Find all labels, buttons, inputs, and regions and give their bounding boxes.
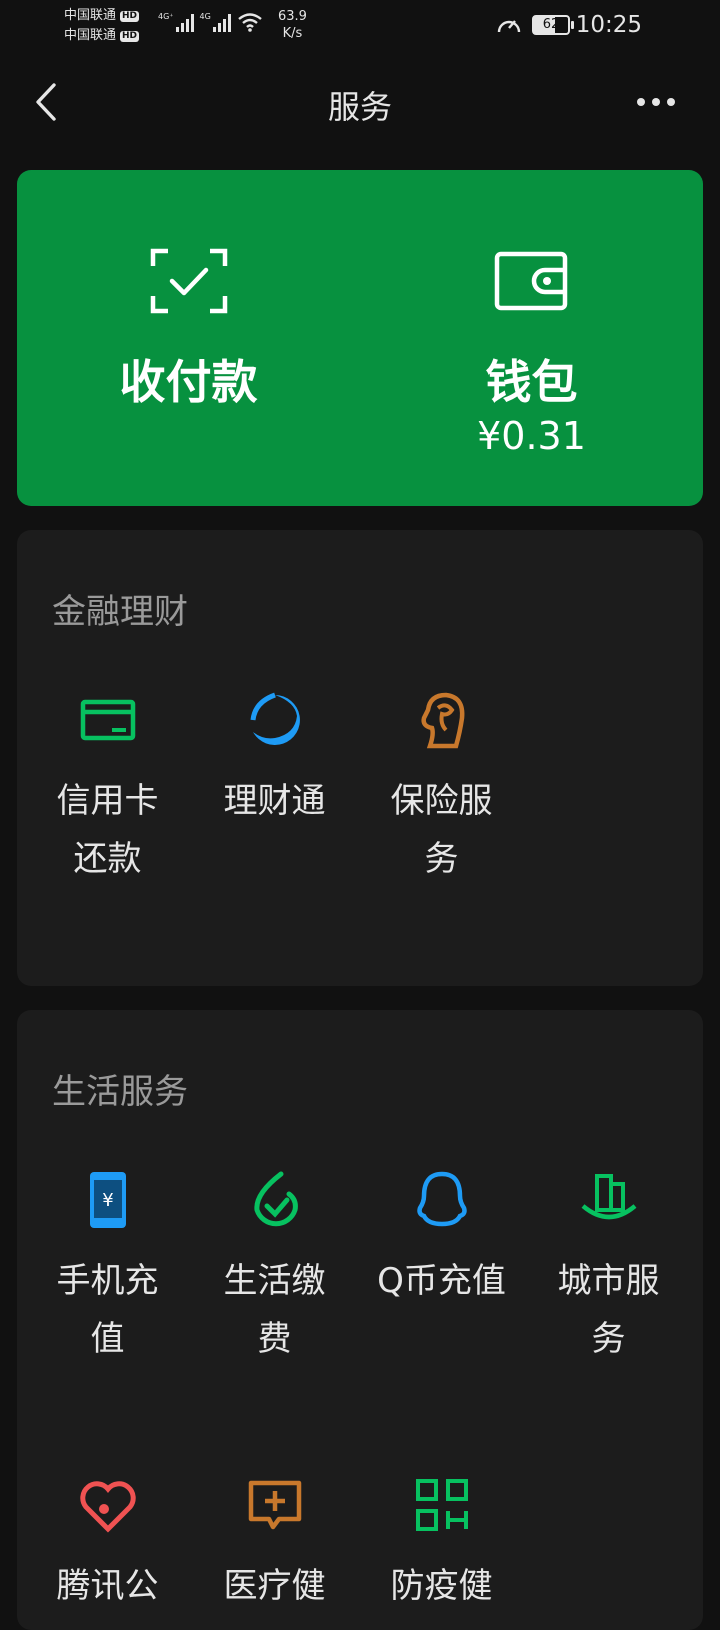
qq-coin-topup-tile[interactable]: Q币充值: [358, 1170, 525, 1310]
more-options-button[interactable]: [628, 78, 684, 126]
wealth-tile[interactable]: 理财通: [191, 690, 358, 830]
wallet-icon: [494, 251, 567, 311]
charity-icon: [79, 1481, 136, 1533]
wallet-button[interactable]: 钱包 ¥0.31: [360, 170, 703, 506]
medical-health-tile[interactable]: 医疗健: [191, 1475, 358, 1615]
tile-label: 手机充值: [56, 1261, 159, 1359]
tile-label: Q币充值: [377, 1261, 506, 1301]
tile-label: 保险服务: [390, 781, 493, 879]
speedometer-icon: [497, 20, 521, 33]
signal-icon: [212, 12, 231, 32]
page-title: 服务: [327, 88, 392, 126]
life-services-section: 生活服务 ¥ 手机充值 生活缴费 Q币充值 城市服务 腾讯公 医疗健 防疫健: [17, 1010, 703, 1630]
qq-coin-icon: [416, 1171, 467, 1227]
tile-label: 腾讯公: [56, 1566, 159, 1606]
network-type-2: 4G: [199, 12, 211, 21]
svg-text:¥: ¥: [102, 1190, 113, 1211]
tile-label: 生活缴费: [223, 1261, 326, 1359]
wallet-label: 钱包: [485, 355, 578, 409]
dot-icon: [637, 98, 645, 106]
city-service-tile[interactable]: 城市服务: [525, 1170, 692, 1368]
charity-tile[interactable]: 腾讯公: [24, 1475, 191, 1615]
carrier-name-2: 中国联通: [64, 28, 117, 43]
wealth-icon: [250, 692, 300, 745]
utility-payment-icon: [253, 1171, 298, 1227]
pay-card: 收付款 钱包 ¥0.31: [17, 170, 703, 506]
status-bar: 中国联通 HD 中国联通 HD 4G⁺ 4G 63.9 K/s 62 10:25: [0, 0, 720, 54]
credit-card-repay-tile[interactable]: 信用卡还款: [24, 690, 191, 888]
hd-badge: HD: [120, 10, 140, 22]
wifi-icon: [238, 13, 262, 32]
speed-value: 63.9: [278, 9, 307, 24]
network-speed: 63.9 K/s: [278, 8, 307, 42]
signal-indicators: 4G⁺ 4G: [158, 12, 263, 32]
network-type-1: 4G⁺: [158, 12, 174, 21]
scan-check-icon: [150, 248, 227, 314]
nav-bar: 服务: [0, 62, 720, 142]
health-code-tile[interactable]: 防疫健: [358, 1475, 525, 1615]
insurance-tile[interactable]: 保险服务: [358, 690, 525, 888]
dot-icon: [652, 98, 660, 106]
battery-icon: 62: [532, 15, 574, 35]
carrier-name-1: 中国联通: [64, 8, 117, 23]
insurance-icon: [420, 692, 464, 749]
hd-badge: HD: [120, 30, 140, 42]
tile-label: 理财通: [223, 781, 326, 821]
speed-unit: K/s: [282, 26, 303, 41]
tile-label: 城市服务: [557, 1261, 660, 1359]
section-title: 金融理财: [52, 592, 188, 632]
phone-topup-icon: ¥: [89, 1172, 126, 1228]
dot-icon: [667, 98, 675, 106]
phone-topup-tile[interactable]: ¥ 手机充值: [24, 1170, 191, 1368]
clock: 10:25: [575, 12, 642, 38]
carrier-info: 中国联通 HD 中国联通 HD: [64, 6, 140, 46]
health-code-icon: [415, 1479, 468, 1531]
utility-payment-tile[interactable]: 生活缴费: [191, 1170, 358, 1368]
wallet-balance: ¥0.31: [477, 414, 586, 458]
signal-icon: [175, 12, 194, 32]
tile-label: 医疗健: [223, 1566, 326, 1606]
credit-card-icon: [80, 699, 135, 741]
medical-icon: [248, 1480, 301, 1530]
tile-label: 防疫健: [390, 1566, 493, 1606]
finance-section: 金融理财 信用卡还款 理财通 保险服务: [17, 530, 703, 986]
city-service-icon: [581, 1174, 636, 1220]
section-title: 生活服务: [52, 1072, 188, 1112]
collect-pay-button[interactable]: 收付款: [17, 170, 360, 506]
tile-label: 信用卡还款: [56, 781, 159, 879]
status-right: 62: [496, 14, 574, 36]
collect-pay-label: 收付款: [119, 355, 258, 409]
